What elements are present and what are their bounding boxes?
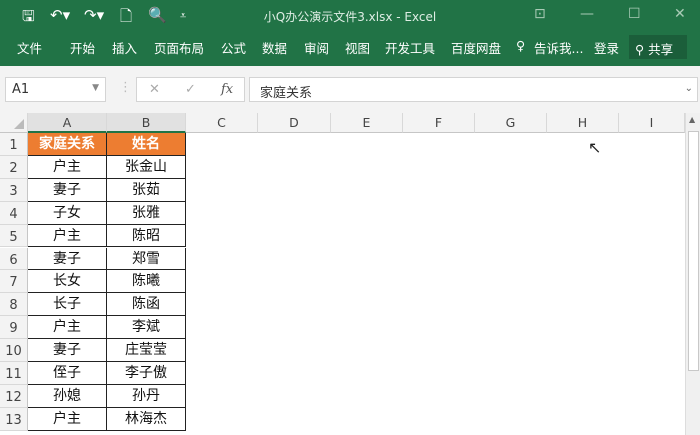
minimize-button[interactable]: — — [580, 6, 594, 22]
column-header-I[interactable]: I — [619, 113, 685, 133]
cell-B3[interactable]: 张茹 — [107, 178, 186, 202]
column-header-D[interactable]: D — [258, 113, 331, 133]
cell-B5[interactable]: 陈昭 — [107, 224, 186, 248]
row-header-13[interactable]: 13 — [0, 407, 28, 431]
tab-baidu-netdisk[interactable]: 百度网盘 — [451, 38, 501, 57]
cell-A3[interactable]: 妻子 — [28, 178, 107, 202]
ribbon-tabs: 文件 开始 插入 页面布局 公式 数据 审阅 视图 开发工具 百度网盘 ♀ 告诉… — [0, 32, 700, 66]
cell-A1[interactable]: 家庭关系 — [28, 133, 107, 156]
column-header-H[interactable]: H — [547, 113, 619, 133]
grip-icon: ⋮ — [119, 80, 132, 95]
expand-formula-icon[interactable]: ⌄ — [685, 83, 693, 94]
formula-buttons: ✕ ✓ fx — [136, 77, 245, 102]
row-header-3[interactable]: 3 — [0, 178, 28, 202]
vertical-scrollbar[interactable]: ▲ — [685, 113, 700, 435]
maximize-button[interactable]: ☐ — [628, 6, 641, 22]
cell-A10[interactable]: 妻子 — [28, 339, 107, 362]
cell-B12[interactable]: 孙丹 — [107, 384, 186, 408]
cell-A9[interactable]: 户主 — [28, 316, 107, 340]
column-header-A[interactable]: A — [28, 113, 107, 133]
cell-B7[interactable]: 陈曦 — [107, 270, 186, 294]
enter-icon[interactable]: ✓ — [185, 82, 196, 97]
cell-B6[interactable]: 郑雪 — [107, 247, 186, 271]
row-header-10[interactable]: 10 — [0, 339, 28, 362]
close-button[interactable]: ✕ — [674, 6, 686, 22]
row-header-4[interactable]: 4 — [0, 201, 28, 225]
formula-bar: A1 ▼ ⋮ ✕ ✓ fx 家庭关系 ⌄ — [0, 66, 700, 113]
row-header-8[interactable]: 8 — [0, 293, 28, 317]
cancel-icon[interactable]: ✕ — [149, 82, 160, 97]
cell-B11[interactable]: 李子傲 — [107, 362, 186, 385]
tab-data[interactable]: 数据 — [262, 38, 287, 57]
cell-A11[interactable]: 侄子 — [28, 362, 107, 385]
row-header-9[interactable]: 9 — [0, 316, 28, 340]
tab-insert[interactable]: 插入 — [112, 38, 137, 57]
chevron-down-icon[interactable]: ▼ — [92, 83, 99, 93]
cell-A7[interactable]: 长女 — [28, 270, 107, 294]
title-bar: 🖫 ↶▾ ↷▾ 🗋 🔍 ⩡ 小Q办公演示文件3.xlsx - Excel ⊡ —… — [0, 0, 700, 32]
column-header-E[interactable]: E — [331, 113, 403, 133]
window-title: 小Q办公演示文件3.xlsx - Excel — [263, 10, 437, 24]
select-all-button[interactable] — [0, 113, 28, 133]
row-header-1[interactable]: 1 — [0, 133, 28, 156]
row-header-7[interactable]: 7 — [0, 270, 28, 294]
name-box-value: A1 — [12, 82, 30, 97]
cell-A6[interactable]: 妻子 — [28, 247, 107, 271]
formula-input[interactable]: 家庭关系 ⌄ — [249, 77, 698, 102]
scroll-up-icon[interactable]: ▲ — [689, 115, 695, 124]
cell-A2[interactable]: 户主 — [28, 155, 107, 179]
cell-B13[interactable]: 林海杰 — [107, 407, 186, 431]
column-header-C[interactable]: C — [186, 113, 258, 133]
cell-A12[interactable]: 孙媳 — [28, 384, 107, 408]
tab-view[interactable]: 视图 — [345, 38, 370, 57]
cell-A8[interactable]: 长子 — [28, 293, 107, 317]
row-header-2[interactable]: 2 — [0, 155, 28, 179]
select-all-icon — [14, 119, 24, 129]
row-header-11[interactable]: 11 — [0, 362, 28, 385]
cell-B4[interactable]: 张雅 — [107, 201, 186, 225]
lightbulb-icon: ♀ — [516, 38, 526, 53]
tab-review[interactable]: 审阅 — [304, 38, 329, 57]
cell-B9[interactable]: 李斌 — [107, 316, 186, 340]
ribbon-display-icon[interactable]: ⊡ — [534, 6, 546, 22]
scrollbar-thumb[interactable] — [688, 131, 699, 371]
cell-A4[interactable]: 子女 — [28, 201, 107, 225]
share-label: 共享 — [648, 42, 674, 57]
tab-developer[interactable]: 开发工具 — [385, 38, 435, 57]
insert-function-icon[interactable]: fx — [221, 82, 233, 97]
mouse-cursor-icon: ↖ — [588, 138, 602, 157]
tab-home[interactable]: 开始 — [70, 38, 95, 57]
column-header-F[interactable]: F — [403, 113, 475, 133]
cell-B2[interactable]: 张金山 — [107, 155, 186, 179]
cell-B1[interactable]: 姓名 — [107, 133, 186, 156]
formula-value: 家庭关系 — [260, 86, 313, 101]
tab-file[interactable]: 文件 — [17, 38, 42, 57]
tab-formulas[interactable]: 公式 — [221, 38, 246, 57]
share-button[interactable]: ⚲ 共享 — [629, 35, 687, 59]
column-header-G[interactable]: G — [475, 113, 547, 133]
row-header-5[interactable]: 5 — [0, 224, 28, 248]
person-add-icon: ⚲ — [635, 42, 649, 57]
login-link[interactable]: 登录 — [594, 38, 619, 57]
name-box[interactable]: A1 ▼ — [5, 77, 106, 102]
cell-B10[interactable]: 庄莹莹 — [107, 339, 186, 362]
cell-A13[interactable]: 户主 — [28, 407, 107, 431]
column-header-B[interactable]: B — [107, 113, 186, 133]
row-header-12[interactable]: 12 — [0, 384, 28, 408]
tell-me-search[interactable]: 告诉我... — [534, 38, 583, 57]
cell-A5[interactable]: 户主 — [28, 224, 107, 248]
tab-page-layout[interactable]: 页面布局 — [154, 38, 204, 57]
row-header-6[interactable]: 6 — [0, 247, 28, 271]
cell-B8[interactable]: 陈函 — [107, 293, 186, 317]
